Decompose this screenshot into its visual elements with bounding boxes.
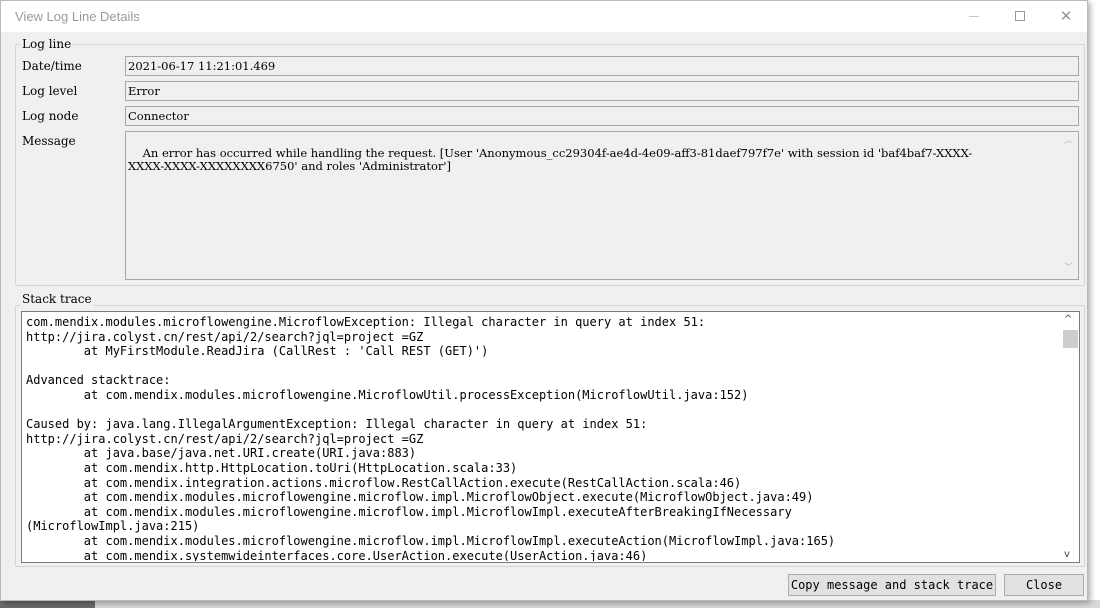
close-button[interactable]: Close [1004,574,1084,596]
minimize-button[interactable] [951,1,997,32]
window-title: View Log Line Details [15,9,140,24]
copy-message-button[interactable]: Copy message and stack trace [788,574,996,596]
minimize-icon [969,15,979,17]
log-line-dialog: View Log Line Details ✕ Log line Date/ti… [0,0,1088,601]
scroll-up-chevron-icon[interactable]: ^ [1064,314,1072,325]
maximize-button[interactable] [997,1,1043,32]
message-field[interactable]: An error has occurred while handling the… [125,131,1079,280]
background-window [1088,0,1100,608]
log-node-label: Log node [22,109,79,123]
chevron-down-icon[interactable]: ﹀ [1064,262,1073,275]
close-window-button[interactable]: ✕ [1043,1,1089,32]
stack-trace-scrollbar[interactable]: ^ v [1061,312,1079,562]
stack-trace-group-label: Stack trace [20,292,94,306]
log-level-label: Log level [22,84,78,98]
message-text: An error has occurred while handling the… [128,146,973,173]
scroll-down-chevron-icon[interactable]: v [1064,549,1070,560]
message-scrollbar[interactable]: ︿ ﹀ [1060,132,1078,279]
log-level-field[interactable]: Error [125,81,1079,101]
datetime-field[interactable]: 2021-06-17 11:21:01.469 [125,56,1079,76]
chevron-up-icon[interactable]: ︿ [1064,135,1073,148]
close-icon: ✕ [1059,7,1073,25]
datetime-label: Date/time [22,59,82,73]
log-node-field[interactable]: Connector [125,106,1079,126]
background-window-bottom [95,600,1100,608]
log-line-group-label: Log line [20,37,74,51]
title-bar[interactable]: View Log Line Details ✕ [1,1,1087,32]
stack-trace-text: com.mendix.modules.microflowengine.Micro… [26,315,836,561]
maximize-icon [1015,11,1025,21]
stack-trace-textarea[interactable]: com.mendix.modules.microflowengine.Micro… [21,311,1080,563]
scrollbar-thumb[interactable] [1063,330,1078,348]
message-label: Message [22,134,76,148]
